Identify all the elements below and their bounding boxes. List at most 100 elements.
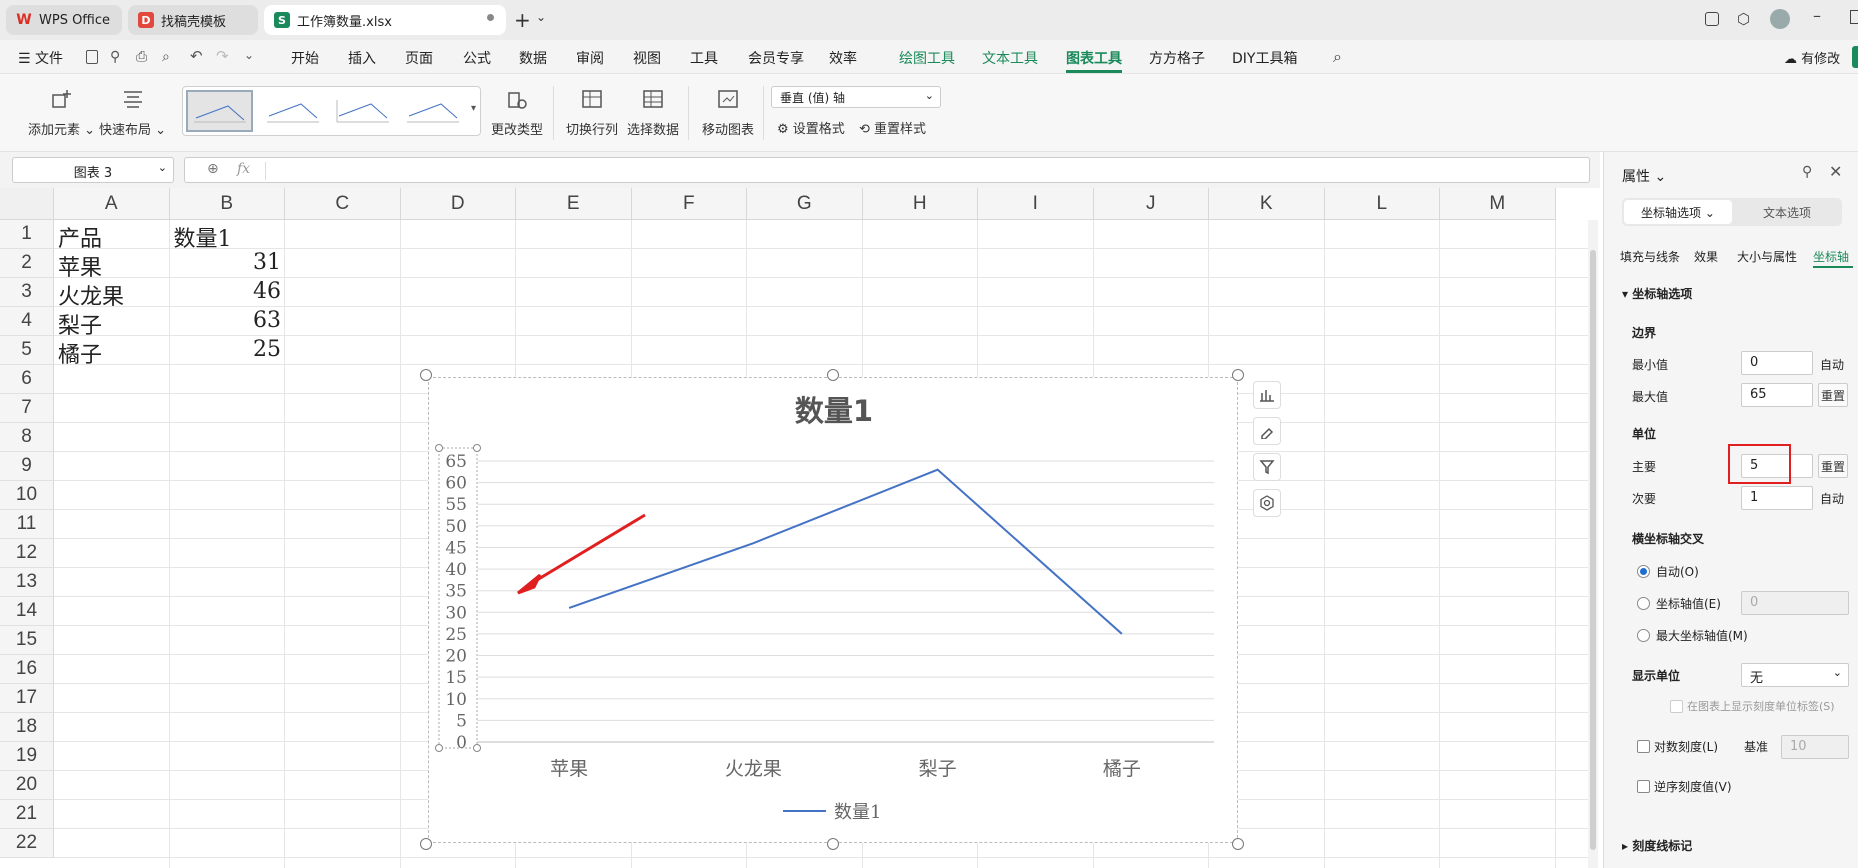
- cell-a5[interactable]: 橘子: [58, 337, 102, 369]
- select-data-button[interactable]: 选择数据: [627, 86, 679, 138]
- chart-element-select[interactable]: 垂直 (值) 轴 ⌄: [771, 86, 941, 108]
- menu-insert[interactable]: 插入: [348, 48, 376, 68]
- menu-data[interactable]: 数据: [519, 48, 547, 68]
- menu-home[interactable]: 开始: [291, 48, 319, 68]
- row-header-5[interactable]: 5: [0, 336, 54, 365]
- cross-value-radio[interactable]: [1637, 597, 1650, 610]
- file-menu[interactable]: ☰ 文件: [18, 48, 63, 68]
- column-header-b[interactable]: B: [169, 188, 285, 220]
- cell-b3[interactable]: 46: [170, 279, 281, 304]
- min-auto-button[interactable]: 自动: [1820, 356, 1844, 373]
- gallery-expand-icon[interactable]: ▾: [471, 103, 476, 114]
- vertical-scrollbar[interactable]: [1588, 220, 1598, 868]
- tab-docer[interactable]: D 找稿壳模板: [128, 5, 258, 35]
- cross-value-input[interactable]: 0: [1741, 591, 1849, 615]
- subtab-axis[interactable]: 坐标轴: [1813, 248, 1849, 265]
- tab-list-chevron-icon[interactable]: ⌄: [536, 10, 546, 24]
- redo-icon[interactable]: ↷: [216, 47, 229, 65]
- menu-diy[interactable]: DIY工具箱: [1232, 48, 1297, 68]
- cell-a2[interactable]: 苹果: [58, 250, 102, 282]
- row-header-21[interactable]: 21: [0, 800, 54, 829]
- reset-style-button[interactable]: ⟲ 重置样式: [859, 118, 926, 137]
- cell-b1[interactable]: 数量1: [174, 221, 232, 253]
- major-reset-button[interactable]: 重置: [1818, 454, 1848, 478]
- menu-page[interactable]: 页面: [405, 48, 433, 68]
- row-header-17[interactable]: 17: [0, 684, 54, 713]
- cell-a1[interactable]: 产品: [58, 221, 102, 253]
- change-type-button[interactable]: 更改类型: [491, 86, 543, 138]
- menu-drawing-tools[interactable]: 绘图工具: [899, 48, 955, 68]
- column-header-l[interactable]: L: [1324, 188, 1440, 220]
- column-header-e[interactable]: E: [516, 188, 632, 220]
- resize-handle-tr[interactable]: [1232, 369, 1244, 381]
- min-value-input[interactable]: 0: [1741, 351, 1813, 375]
- show-units-checkbox[interactable]: [1670, 700, 1683, 713]
- subtab-effects[interactable]: 效果: [1694, 248, 1718, 265]
- section-tick-marks[interactable]: ▸ 刻度线标记: [1622, 837, 1692, 854]
- cell-b2[interactable]: 31: [170, 250, 281, 275]
- menu-view[interactable]: 视图: [633, 48, 661, 68]
- menu-chart-tools[interactable]: 图表工具: [1066, 48, 1122, 68]
- column-header-m[interactable]: M: [1440, 188, 1556, 220]
- tab-wps-office[interactable]: W WPS Office: [6, 5, 122, 35]
- share-button[interactable]: [1852, 46, 1858, 68]
- cell-a3[interactable]: 火龙果: [58, 279, 124, 311]
- chart-area[interactable]: 数量1 0 5 10 15 20 25 30 35 40 45 50 55 60 65 苹果 火龙果 梨子 橘子 数量…: [428, 377, 1238, 843]
- row-header-16[interactable]: 16: [0, 655, 54, 684]
- row-header-22[interactable]: 22: [0, 829, 54, 858]
- name-box[interactable]: 图表 3 ⌄: [12, 157, 174, 183]
- fx-icon[interactable]: fx: [237, 161, 250, 177]
- row-header-20[interactable]: 20: [0, 771, 54, 800]
- row-header-14[interactable]: 14: [0, 597, 54, 626]
- minimize-icon[interactable]: –: [1813, 6, 1821, 25]
- row-header-2[interactable]: 2: [0, 249, 54, 278]
- menu-member[interactable]: 会员专享: [748, 48, 804, 68]
- log-scale-label[interactable]: 对数刻度(L): [1654, 738, 1718, 755]
- undo-icon[interactable]: ↶: [190, 47, 203, 65]
- edit-status-button[interactable]: ☁ 有修改: [1784, 48, 1840, 67]
- column-header-k[interactable]: K: [1209, 188, 1325, 220]
- max-value-input[interactable]: 65: [1741, 383, 1813, 407]
- menu-efficiency[interactable]: 效率: [829, 48, 857, 68]
- new-tab-plus-icon[interactable]: +: [514, 8, 531, 32]
- log-scale-checkbox[interactable]: [1637, 740, 1650, 753]
- row-header-13[interactable]: 13: [0, 568, 54, 597]
- print-preview-icon[interactable]: ⌕: [162, 49, 170, 65]
- cell-b5[interactable]: 25: [170, 337, 281, 362]
- row-header-3[interactable]: 3: [0, 278, 54, 307]
- zoom-formula-icon[interactable]: ⊕: [207, 161, 219, 177]
- menu-ffgz[interactable]: 方方格子: [1149, 48, 1205, 68]
- chart-style-brush-icon[interactable]: [1253, 417, 1281, 445]
- window-layout-icon[interactable]: [1705, 12, 1719, 26]
- row-header-15[interactable]: 15: [0, 626, 54, 655]
- cube-icon[interactable]: ⬡: [1737, 10, 1750, 28]
- row-header-10[interactable]: 10: [0, 481, 54, 510]
- save-icon[interactable]: [86, 50, 98, 64]
- row-header-8[interactable]: 8: [0, 423, 54, 452]
- cross-value-label[interactable]: 坐标轴值(E): [1656, 595, 1721, 612]
- subtab-fill-line[interactable]: 填充与线条: [1620, 248, 1680, 265]
- chart-style-4[interactable]: [403, 92, 463, 132]
- export-icon[interactable]: ⚲: [110, 49, 120, 65]
- panel-title[interactable]: 属性 ⌄: [1622, 166, 1666, 186]
- subtab-size-properties[interactable]: 大小与属性: [1737, 248, 1797, 265]
- avatar[interactable]: [1770, 9, 1790, 29]
- chart-filter-icon[interactable]: [1253, 453, 1281, 481]
- column-header-h[interactable]: H: [862, 188, 978, 220]
- cross-max-label[interactable]: 最大坐标轴值(M): [1656, 627, 1748, 644]
- tab-axis-options[interactable]: 坐标轴选项 ⌄: [1624, 200, 1732, 224]
- cross-auto-radio[interactable]: [1637, 565, 1650, 578]
- row-header-12[interactable]: 12: [0, 539, 54, 568]
- quick-layout-button[interactable]: 快速布局 ⌄: [99, 86, 166, 138]
- chart-elements-icon[interactable]: [1253, 381, 1281, 409]
- pin-icon[interactable]: ⚲: [1802, 164, 1812, 180]
- move-chart-button[interactable]: 移动图表: [702, 86, 754, 138]
- reverse-order-checkbox[interactable]: [1637, 780, 1650, 793]
- column-header-g[interactable]: G: [747, 188, 863, 220]
- row-header-7[interactable]: 7: [0, 394, 54, 423]
- resize-handle-b[interactable]: [827, 838, 839, 850]
- quick-access-chevron-icon[interactable]: ⌄: [244, 48, 254, 62]
- resize-handle-bl[interactable]: [420, 838, 432, 850]
- row-header-1[interactable]: 1: [0, 220, 54, 249]
- formula-input[interactable]: ⊕ fx: [184, 157, 1590, 183]
